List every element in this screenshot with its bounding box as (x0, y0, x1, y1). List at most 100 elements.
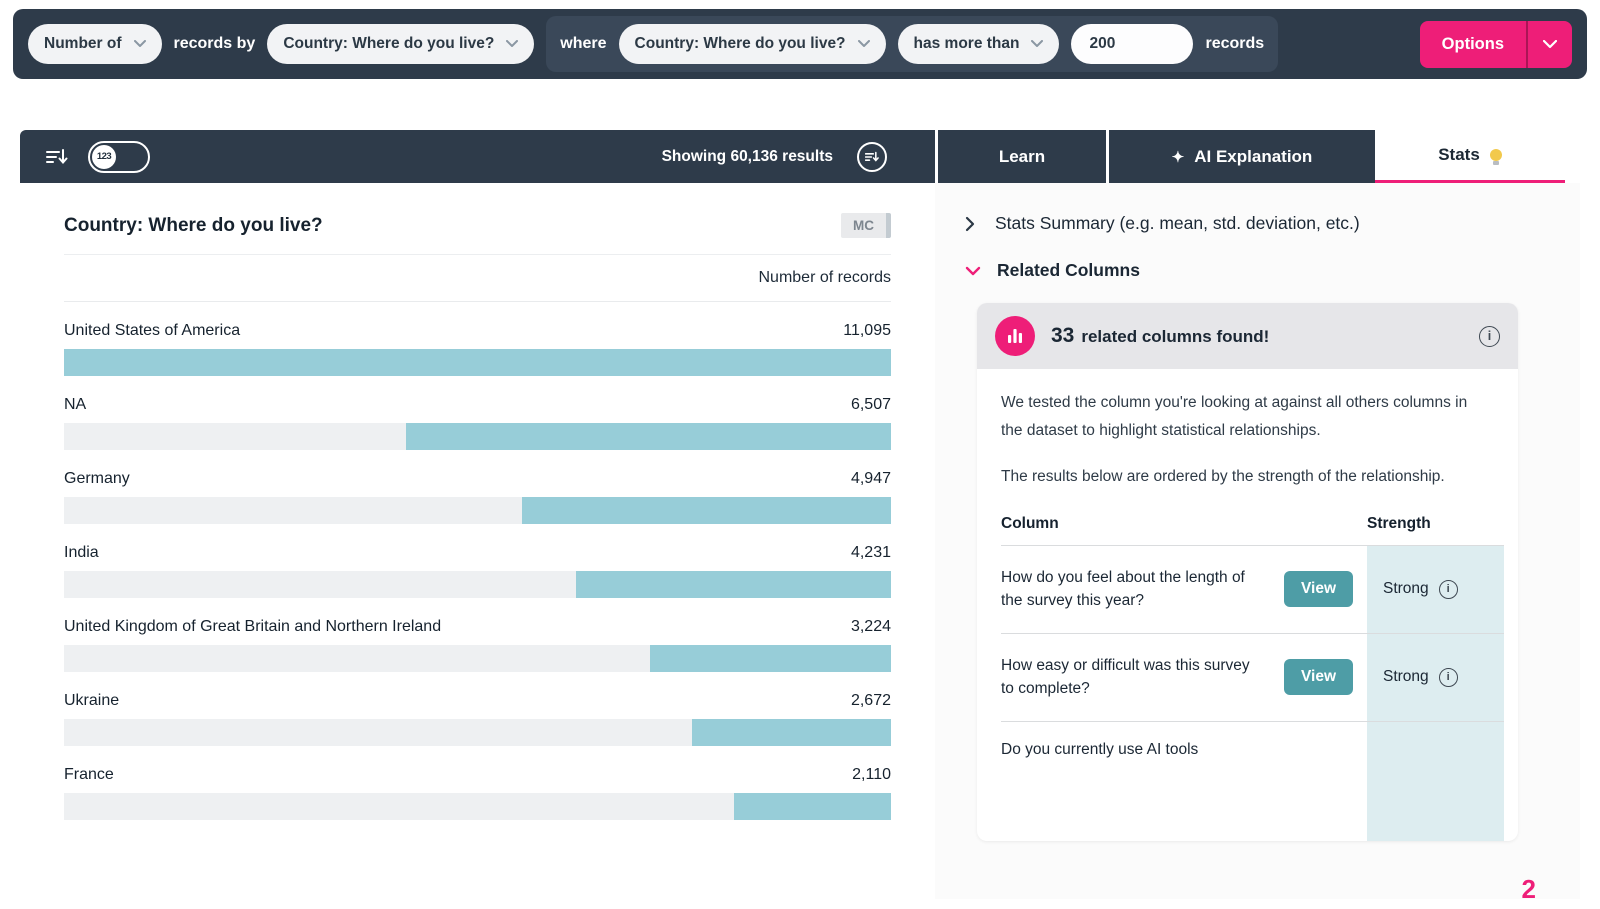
records-label: records (1205, 35, 1264, 53)
chevron-down-icon (965, 266, 981, 276)
category-label: NA (64, 396, 86, 414)
chevron-right-icon (965, 216, 975, 232)
strength-value: Strong (1383, 580, 1429, 598)
filter-value-input[interactable] (1071, 24, 1193, 64)
partial-cutoff-text: 2 (1522, 874, 1536, 899)
info-icon[interactable]: i (1479, 326, 1500, 347)
app: Number of records by Country: Where do y… (0, 9, 1600, 899)
content: Country: Where do you live? MC Number of… (20, 183, 1580, 899)
chevron-down-icon (858, 40, 870, 48)
view-button[interactable]: View (1284, 571, 1353, 607)
bar-fill (576, 571, 891, 598)
filter-column-dropdown[interactable]: Country: Where do you live? (619, 24, 886, 64)
operator-label: has more than (914, 35, 1020, 53)
lightbulb-icon (1490, 149, 1502, 161)
where-label: where (560, 35, 606, 53)
tab-stats[interactable]: Stats (1375, 130, 1565, 183)
filter-group: where Country: Where do you live? has mo… (546, 16, 1278, 72)
tab-learn-label: Learn (999, 147, 1045, 167)
chart-title: Country: Where do you live? (64, 215, 323, 237)
chart-row: France 2,110 (64, 746, 891, 820)
chart-row: Ukraine 2,672 (64, 672, 891, 746)
measure-dropdown-label: Number of (44, 35, 122, 53)
tab-learn[interactable]: Learn (938, 130, 1106, 183)
category-value: 3,224 (851, 618, 891, 636)
bar[interactable] (64, 349, 891, 376)
operator-dropdown[interactable]: has more than (898, 24, 1060, 64)
info-icon[interactable]: i (1439, 580, 1458, 599)
column-type-badge: MC (841, 213, 891, 238)
related-count-suffix: related columns found! (1081, 327, 1269, 347)
bar-fill (692, 719, 891, 746)
workspace: 123 Showing 60,136 results Learn ✦ (20, 130, 1580, 899)
related-count: 33 (1051, 324, 1074, 348)
group-column-label: Country: Where do you live? (283, 35, 494, 53)
results-header: 123 Showing 60,136 results (20, 130, 935, 183)
category-value: 4,947 (851, 470, 891, 488)
chart-row: United States of America 11,095 (64, 302, 891, 376)
stats-summary-toggle[interactable]: Stats Summary (e.g. mean, std. deviation… (965, 213, 1580, 234)
strength-cell: Strong i (1367, 634, 1504, 721)
column-header: Column (1001, 515, 1367, 533)
category-value: 6,507 (851, 396, 891, 414)
category-label: United States of America (64, 322, 240, 340)
related-column-name: How do you feel about the length of the … (1001, 566, 1259, 613)
bar-fill (734, 793, 891, 820)
bar-fill (650, 645, 891, 672)
sort-rows-icon (865, 151, 879, 163)
chevron-down-icon (134, 40, 146, 48)
bar[interactable] (64, 497, 891, 524)
view-button[interactable]: View (1284, 659, 1353, 695)
category-value: 11,095 (843, 322, 891, 340)
numeric-toggle-knob: 123 (92, 145, 116, 169)
category-label: United Kingdom of Great Britain and Nort… (64, 618, 441, 636)
bar-fill (64, 349, 891, 376)
chevron-down-icon (506, 40, 518, 48)
category-label: France (64, 766, 114, 784)
numeric-display-toggle[interactable]: 123 (88, 141, 150, 173)
group-column-dropdown[interactable]: Country: Where do you live? (267, 24, 534, 64)
category-value: 2,672 (851, 692, 891, 710)
filter-column-label: Country: Where do you live? (635, 35, 846, 53)
related-columns-table: Column Strength How do you feel about th… (1001, 515, 1504, 841)
bar[interactable] (64, 793, 891, 820)
query-toolbar: Number of records by Country: Where do y… (13, 9, 1587, 79)
options-button-label: Options (1420, 21, 1526, 68)
related-columns-card: 33 related columns found! i We tested th… (977, 303, 1518, 841)
related-card-title: 33 related columns found! (1051, 324, 1269, 348)
chart-row: Germany 4,947 (64, 450, 891, 524)
category-value: 4,231 (851, 544, 891, 562)
related-columns-toggle[interactable]: Related Columns (965, 260, 1580, 281)
measure-dropdown[interactable]: Number of (28, 24, 162, 64)
table-row: How easy or difficult was this survey to… (1001, 633, 1504, 721)
related-column-name: Do you currently use AI tools (1001, 738, 1198, 761)
strength-value: Strong (1383, 668, 1429, 686)
related-description-2: The results below are ordered by the str… (1001, 463, 1479, 491)
category-label: Ukraine (64, 692, 119, 710)
options-chevron-button[interactable] (1526, 21, 1572, 68)
results-count-text: Showing 60,136 results (662, 148, 833, 166)
chart-row: United Kingdom of Great Britain and Nort… (64, 598, 891, 672)
chart-panel: Country: Where do you live? MC Number of… (20, 183, 935, 899)
category-label: India (64, 544, 99, 562)
sort-rows-icon[interactable] (46, 148, 68, 166)
info-icon[interactable]: i (1439, 668, 1458, 687)
bar[interactable] (64, 645, 891, 672)
options-button[interactable]: Options (1420, 21, 1572, 68)
panel-headers: 123 Showing 60,136 results Learn ✦ (20, 130, 1580, 183)
value-column-header: Number of records (64, 255, 891, 302)
sort-order-button[interactable] (857, 142, 887, 172)
table-row: How do you feel about the length of the … (1001, 545, 1504, 633)
bar-chart-icon (995, 316, 1035, 356)
tab-stats-label: Stats (1438, 145, 1480, 165)
related-description-1: We tested the column you're looking at a… (1001, 389, 1479, 445)
bar[interactable] (64, 719, 891, 746)
bar[interactable] (64, 423, 891, 450)
tab-ai-explanation[interactable]: ✦ AI Explanation (1109, 130, 1375, 183)
strength-header: Strength (1367, 515, 1504, 533)
sparkle-icon: ✦ (1172, 148, 1185, 166)
related-columns-label: Related Columns (997, 260, 1140, 281)
tab-ai-explanation-label: AI Explanation (1194, 147, 1312, 167)
related-column-name: How easy or difficult was this survey to… (1001, 654, 1259, 701)
bar[interactable] (64, 571, 891, 598)
